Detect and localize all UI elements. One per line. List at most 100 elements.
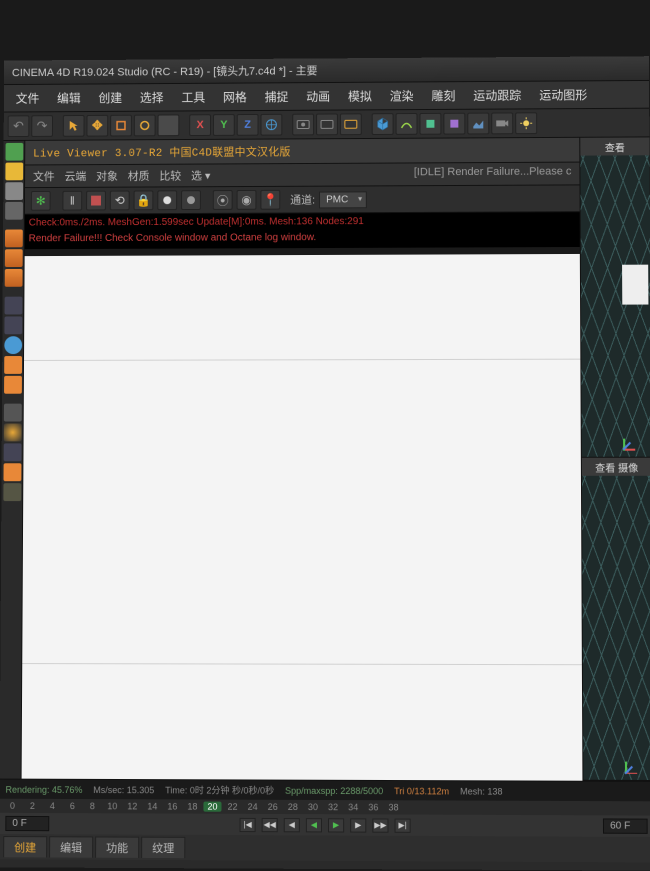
menu-选择[interactable]: 选择 bbox=[132, 86, 172, 109]
render-viewport[interactable]: Check:0ms./2ms. MeshGen:1.599sec Update[… bbox=[22, 212, 583, 781]
edge-mode[interactable] bbox=[5, 249, 23, 267]
snap-toggle[interactable] bbox=[4, 356, 22, 374]
misc-tool-c[interactable] bbox=[3, 483, 21, 501]
timeline-tick[interactable]: 30 bbox=[304, 802, 322, 812]
select-tool[interactable] bbox=[63, 115, 85, 137]
render-view-button[interactable] bbox=[292, 114, 314, 136]
next-key-button[interactable]: ▶▶ bbox=[372, 818, 388, 832]
timeline-tick[interactable]: 34 bbox=[344, 802, 362, 812]
redo-button[interactable]: ↷ bbox=[31, 115, 53, 137]
lv-pause-button[interactable]: ‖ bbox=[62, 191, 82, 211]
menu-编辑[interactable]: 编辑 bbox=[49, 86, 89, 109]
timeline-tick[interactable]: 14 bbox=[143, 801, 161, 811]
menu-文件[interactable]: 文件 bbox=[8, 87, 48, 110]
scale-tool[interactable] bbox=[110, 115, 132, 137]
lv-lock-button[interactable]: 🔒 bbox=[134, 190, 154, 210]
lv-camera-button[interactable]: ⦿ bbox=[213, 190, 233, 210]
channel-select[interactable]: PMC bbox=[319, 191, 367, 208]
lv-pick-button[interactable]: ◉ bbox=[237, 190, 257, 210]
goto-end-button[interactable]: ▶| bbox=[395, 818, 411, 832]
timeline-tick[interactable]: 28 bbox=[284, 802, 302, 812]
bottom-tab[interactable]: 功能 bbox=[95, 836, 139, 857]
menu-运动图形[interactable]: 运动图形 bbox=[531, 83, 595, 106]
lv-menu-item[interactable]: 比较 bbox=[159, 168, 181, 184]
point-mode[interactable] bbox=[5, 229, 23, 247]
bottom-tab[interactable]: 编辑 bbox=[49, 836, 93, 857]
add-cube-button[interactable] bbox=[372, 113, 394, 135]
recent-tool[interactable] bbox=[158, 114, 180, 136]
quantize-toggle[interactable] bbox=[4, 376, 22, 394]
coord-system[interactable] bbox=[260, 114, 282, 136]
add-environment-button[interactable] bbox=[467, 113, 489, 135]
move-tool[interactable]: ✥ bbox=[86, 115, 108, 137]
misc-tool-a[interactable] bbox=[4, 443, 22, 461]
bottom-tab[interactable]: 纹理 bbox=[141, 837, 185, 858]
lv-menu-item[interactable]: 材质 bbox=[128, 168, 150, 184]
x-axis-lock[interactable]: X bbox=[189, 114, 211, 136]
timeline-tick[interactable]: 26 bbox=[264, 802, 282, 812]
menu-渲染[interactable]: 渲染 bbox=[382, 84, 422, 107]
timeline-tick[interactable]: 6 bbox=[63, 801, 81, 811]
menu-工具[interactable]: 工具 bbox=[173, 86, 213, 109]
goto-start-button[interactable]: |◀ bbox=[240, 817, 256, 831]
lv-refresh-button[interactable]: ✻ bbox=[31, 191, 51, 211]
texture-mode[interactable] bbox=[5, 182, 23, 200]
render-region-button[interactable] bbox=[316, 113, 338, 135]
z-axis-lock[interactable]: Z bbox=[237, 114, 259, 136]
misc-tool-b[interactable] bbox=[3, 463, 21, 481]
timeline-tick[interactable]: 36 bbox=[364, 802, 382, 812]
timeline-tick[interactable]: 4 bbox=[43, 801, 61, 811]
play-button[interactable]: ▶ bbox=[328, 818, 344, 832]
locked-mode[interactable] bbox=[4, 404, 22, 422]
timeline-tick[interactable]: 16 bbox=[163, 801, 181, 811]
prev-key-button[interactable]: ◀◀ bbox=[262, 817, 278, 831]
menu-运动跟踪[interactable]: 运动跟踪 bbox=[465, 84, 529, 107]
timeline-tick[interactable]: 0 bbox=[3, 801, 21, 811]
lv-restart-button[interactable]: ⟲ bbox=[110, 191, 130, 211]
menu-模拟[interactable]: 模拟 bbox=[340, 85, 380, 108]
timeline-tick[interactable]: 8 bbox=[83, 801, 101, 811]
add-generator-button[interactable] bbox=[419, 113, 441, 135]
lv-menu-item[interactable]: 对象 bbox=[96, 168, 118, 184]
timeline-tick[interactable]: 2 bbox=[23, 801, 41, 811]
timeline-tick[interactable]: 12 bbox=[123, 801, 141, 811]
lv-stop-button[interactable] bbox=[86, 191, 106, 211]
workplane-mode[interactable] bbox=[5, 202, 23, 220]
rotate-tool[interactable] bbox=[134, 115, 156, 137]
axis-mode[interactable] bbox=[4, 316, 22, 334]
add-light-button[interactable] bbox=[515, 112, 537, 134]
end-frame-field[interactable]: 60 F bbox=[603, 818, 648, 833]
timeline-tick[interactable]: 18 bbox=[183, 801, 201, 811]
menu-创建[interactable]: 创建 bbox=[91, 86, 131, 109]
lv-menu-item[interactable]: 文件 bbox=[33, 168, 55, 184]
timeline-tick[interactable]: 20 bbox=[203, 802, 221, 812]
soft-select[interactable] bbox=[4, 423, 22, 441]
menu-动画[interactable]: 动画 bbox=[298, 85, 338, 108]
viewport-top-right[interactable]: 查看 透视视图 bbox=[580, 137, 650, 457]
y-axis-lock[interactable]: Y bbox=[213, 114, 235, 136]
tweak-mode[interactable] bbox=[5, 297, 23, 315]
timeline-tick[interactable]: 24 bbox=[244, 802, 262, 812]
add-deformer-button[interactable] bbox=[443, 113, 465, 135]
next-frame-button[interactable]: ▶ bbox=[350, 818, 366, 832]
polygon-mode[interactable] bbox=[5, 269, 23, 287]
lv-pin-button[interactable]: 📍 bbox=[260, 190, 280, 210]
timeline-tick[interactable]: 22 bbox=[223, 802, 241, 812]
object-mode[interactable] bbox=[5, 163, 23, 181]
menu-网格[interactable]: 网格 bbox=[215, 85, 255, 108]
lv-menu-item[interactable]: 选 ▾ bbox=[191, 167, 210, 183]
prev-frame-button[interactable]: ◀ bbox=[284, 818, 300, 832]
timeline-tick[interactable]: 38 bbox=[384, 802, 402, 812]
add-spline-button[interactable] bbox=[396, 113, 418, 135]
render-settings-button[interactable] bbox=[340, 113, 362, 135]
timeline-tick[interactable]: 32 bbox=[324, 802, 342, 812]
lv-menu-item[interactable]: 云端 bbox=[64, 168, 86, 184]
menu-雕刻[interactable]: 雕刻 bbox=[424, 84, 464, 107]
viewport-solo[interactable] bbox=[4, 336, 22, 354]
model-mode[interactable] bbox=[5, 143, 23, 161]
play-back-button[interactable]: ◀ bbox=[306, 818, 322, 832]
start-frame-field[interactable]: 0 F bbox=[5, 816, 49, 831]
lv-clay-button[interactable] bbox=[157, 190, 177, 210]
menu-捕捉[interactable]: 捕捉 bbox=[257, 85, 297, 108]
undo-button[interactable]: ↶ bbox=[8, 115, 30, 137]
